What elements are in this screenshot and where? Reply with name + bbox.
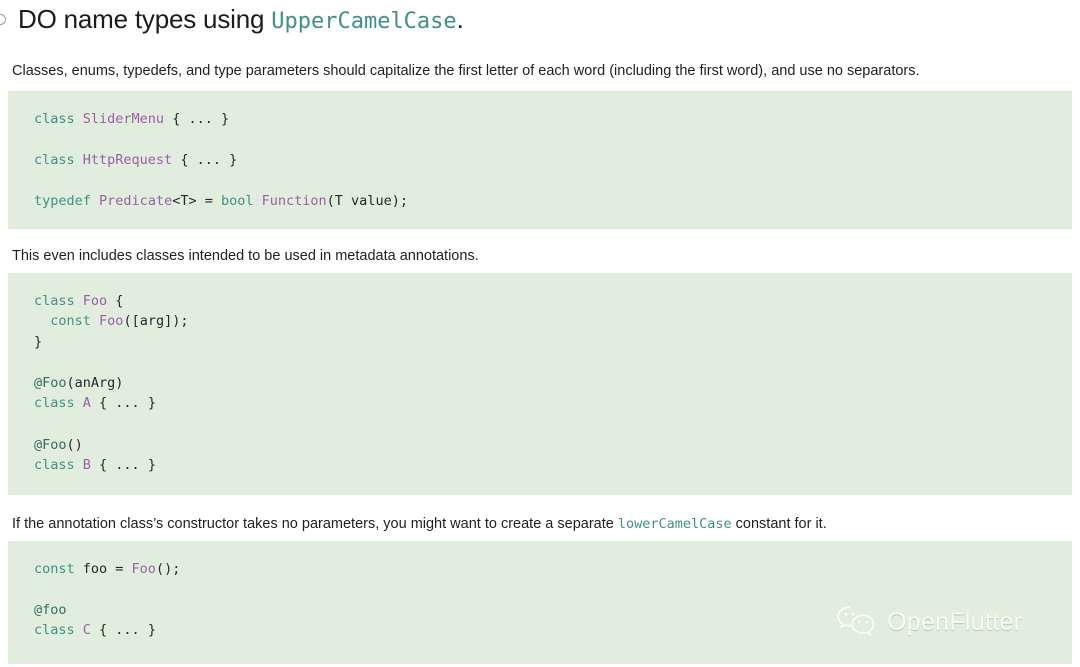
code-token-pun	[75, 395, 83, 411]
code-token-pun	[34, 313, 50, 329]
code-token-typ: Function	[262, 193, 327, 209]
code-token-pun: { ... }	[172, 152, 237, 168]
code-token-kw: bool	[221, 193, 254, 209]
code-token-kw: class	[34, 152, 75, 168]
code-token-ann: @Foo	[34, 375, 67, 391]
code-blank-line	[34, 129, 1072, 150]
code-token-kw: const	[50, 313, 91, 329]
paragraph-1: Classes, enums, typedefs, and type param…	[12, 61, 920, 81]
paragraph-3-text-after: constant for it.	[732, 516, 827, 532]
code-token-typ: SliderMenu	[83, 111, 164, 127]
code-line: @foo	[34, 600, 1072, 621]
code-token-typ: A	[83, 395, 91, 411]
code-token-kw: class	[34, 293, 75, 309]
heading-row: DO name types using UpperCamelCase.	[0, 2, 1080, 38]
code-token-pun: foo =	[75, 561, 132, 577]
code-token-pun: { ... }	[91, 395, 156, 411]
code-token-pun	[75, 622, 83, 638]
paragraph-3: If the annotation class’s constructor ta…	[12, 514, 827, 534]
code-blank-line	[34, 414, 1072, 435]
paragraph-3-code-term: lowerCamelCase	[618, 516, 732, 532]
code-line: typedef Predicate<T> = bool Function(T v…	[34, 191, 1072, 212]
code-token-pun	[75, 457, 83, 473]
code-token-pun: <T> =	[172, 193, 221, 209]
code-line: const foo = Foo();	[34, 559, 1072, 580]
code-token-kw: typedef	[34, 193, 91, 209]
code-token-typ: Foo	[99, 313, 123, 329]
document-page: DO name types using UpperCamelCase. Clas…	[0, 0, 1080, 667]
code-line: class C { ... }	[34, 620, 1072, 641]
code-token-typ: C	[83, 622, 91, 638]
code-token-typ: Foo	[83, 293, 107, 309]
code-token-pun: }	[34, 334, 42, 350]
code-line: class SliderMenu { ... }	[34, 109, 1072, 130]
page-title-text-after: .	[457, 4, 464, 34]
code-token-pun: { ... }	[91, 457, 156, 473]
code-token-pun: ([arg]);	[123, 313, 188, 329]
code-line: const Foo([arg]);	[34, 311, 1072, 332]
code-token-pun: (anArg)	[67, 375, 124, 391]
code-blank-line	[34, 579, 1072, 600]
code-line: }	[34, 332, 1072, 353]
code-token-typ: B	[83, 457, 91, 473]
code-token-pun	[75, 293, 83, 309]
code-token-kw: class	[34, 111, 75, 127]
code-line: class Foo {	[34, 291, 1072, 312]
code-blank-line	[34, 170, 1072, 191]
code-token-pun: ();	[156, 561, 180, 577]
code-token-ann: @foo	[34, 602, 67, 618]
code-token-pun	[75, 111, 83, 127]
code-token-pun	[254, 193, 262, 209]
code-token-pun: { ... }	[91, 622, 156, 638]
code-token-pun: {	[107, 293, 123, 309]
code-token-kw: class	[34, 622, 75, 638]
page-title: DO name types using UpperCamelCase.	[0, 2, 464, 39]
code-line: @Foo()	[34, 435, 1072, 456]
code-token-kw: class	[34, 457, 75, 473]
code-token-kw: const	[34, 561, 75, 577]
code-token-pun: { ... }	[164, 111, 229, 127]
code-line: class A { ... }	[34, 393, 1072, 414]
code-token-typ: Foo	[132, 561, 156, 577]
code-line: class B { ... }	[34, 455, 1072, 476]
code-blank-line	[34, 352, 1072, 373]
code-token-typ: HttpRequest	[83, 152, 172, 168]
paragraph-3-text-before: If the annotation class’s constructor ta…	[12, 516, 618, 532]
page-title-text-before: DO name types using	[18, 4, 271, 34]
code-token-pun	[75, 152, 83, 168]
code-token-pun: (T value);	[327, 193, 408, 209]
code-token-pun	[91, 193, 99, 209]
code-block-3[interactable]: const foo = Foo(); @foo class C { ... }	[8, 541, 1072, 664]
page-title-code-term: UpperCamelCase	[271, 9, 456, 34]
code-token-typ: Predicate	[99, 193, 172, 209]
code-block-1[interactable]: class SliderMenu { ... } class HttpReque…	[8, 91, 1072, 229]
code-token-ann: @Foo	[34, 437, 67, 453]
code-token-kw: class	[34, 395, 75, 411]
code-token-pun	[91, 313, 99, 329]
code-block-2[interactable]: class Foo { const Foo([arg]);} @Foo(anAr…	[8, 273, 1072, 495]
code-line: @Foo(anArg)	[34, 373, 1072, 394]
code-line: class HttpRequest { ... }	[34, 150, 1072, 171]
code-token-pun: ()	[67, 437, 83, 453]
paragraph-2: This even includes classes intended to b…	[12, 246, 479, 266]
